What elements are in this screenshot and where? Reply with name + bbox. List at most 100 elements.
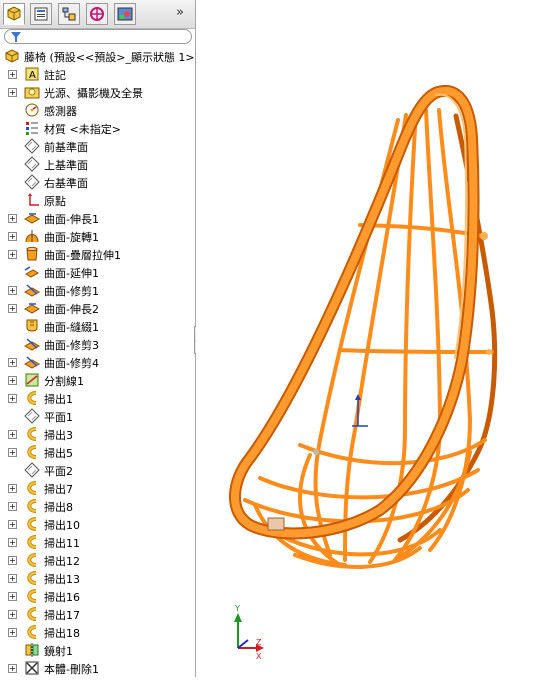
- tree-item[interactable]: + 掃出13: [0, 569, 195, 587]
- tree-item[interactable]: + 掃出10: [0, 515, 195, 533]
- expand-toggle[interactable]: +: [8, 484, 17, 493]
- tree-item-label: 曲面-修剪4: [44, 357, 99, 370]
- tree-item[interactable]: + 掃出17: [0, 605, 195, 623]
- sweep-icon: [24, 426, 40, 442]
- sweep-icon: [24, 552, 40, 568]
- expand-toggle[interactable]: +: [8, 430, 17, 439]
- delete-body-icon: [24, 660, 40, 676]
- view-triad: Y Z X: [234, 604, 264, 661]
- svg-text:A: A: [29, 70, 36, 81]
- tree-item[interactable]: + 掃出7: [0, 479, 195, 497]
- expand-toggle[interactable]: +: [8, 448, 17, 457]
- tree-item[interactable]: + 掃出18: [0, 623, 195, 641]
- lights-icon: [24, 84, 40, 100]
- triad-z-label: Z: [256, 638, 262, 647]
- tree-item-label: 掃出10: [44, 519, 80, 532]
- expand-toggle[interactable]: +: [8, 592, 17, 601]
- sweep-icon: [24, 606, 40, 622]
- tree-item[interactable]: + 掃出12: [0, 551, 195, 569]
- tree-item-label: 曲面-延伸1: [44, 267, 99, 280]
- tree-item-label: 鏡射1: [44, 645, 73, 658]
- tree-item[interactable]: 平面1: [0, 407, 195, 425]
- tree-item[interactable]: + 掃出5: [0, 443, 195, 461]
- tree-item-label: 掃出1: [44, 393, 73, 406]
- tree-item[interactable]: + 曲面-疊層拉伸1: [0, 245, 195, 263]
- graphics-viewport[interactable]: Y Z X: [196, 0, 539, 677]
- tree-item-label: 材質 <未指定>: [44, 123, 121, 136]
- plane-icon: [24, 156, 40, 172]
- expand-toggle[interactable]: +: [8, 610, 17, 619]
- tree-item[interactable]: + 光源、攝影機及全景: [0, 83, 195, 101]
- surface-knit-icon: [24, 318, 40, 334]
- expand-toggle[interactable]: +: [8, 70, 17, 79]
- tree-item[interactable]: + 曲面-修剪4: [0, 353, 195, 371]
- expand-toggle[interactable]: +: [8, 394, 17, 403]
- mirror-icon: [24, 642, 40, 658]
- expand-toggle[interactable]: +: [8, 232, 17, 241]
- tree-item[interactable]: + 掃出3: [0, 425, 195, 443]
- expand-toggle[interactable]: +: [8, 574, 17, 583]
- tree-item[interactable]: + 曲面-伸長1: [0, 209, 195, 227]
- tree-item[interactable]: + 分割線1: [0, 371, 195, 389]
- sweep-icon: [24, 390, 40, 406]
- more-tabs-button[interactable]: »: [176, 5, 184, 20]
- expand-toggle[interactable]: +: [8, 520, 17, 529]
- tree-item[interactable]: + 本體-刪除1: [0, 659, 195, 677]
- expand-toggle[interactable]: +: [8, 502, 17, 511]
- dimxpert-manager-tab[interactable]: [86, 3, 108, 25]
- sweep-icon: [24, 624, 40, 640]
- surface-trim-icon: [23, 282, 41, 298]
- tree-item-label: 右基準面: [44, 177, 88, 190]
- surface-revolve-icon: [24, 228, 40, 244]
- tree-root-label: 藤椅 (預設<<預設>_顯示狀態 1>): [24, 51, 199, 64]
- tree-item[interactable]: 平面2: [0, 461, 195, 479]
- tree-item[interactable]: + 掃出11: [0, 533, 195, 551]
- tree-item[interactable]: 曲面-延伸1: [0, 263, 195, 281]
- configuration-manager-tab[interactable]: [58, 3, 80, 25]
- feature-filter-field[interactable]: [4, 29, 192, 44]
- tree-item[interactable]: + A 註記: [0, 65, 195, 83]
- tree-item[interactable]: 原點: [0, 191, 195, 209]
- property-manager-tab[interactable]: [30, 3, 52, 25]
- tree-item[interactable]: 曲面-縫綴1: [0, 317, 195, 335]
- display-manager-tab[interactable]: [114, 3, 136, 25]
- tree-item[interactable]: 曲面-修剪3: [0, 335, 195, 353]
- tree-item-label: 曲面-疊層拉伸1: [44, 249, 121, 262]
- tree-item[interactable]: 材質 <未指定>: [0, 119, 195, 137]
- sweep-icon: [24, 570, 40, 586]
- sweep-icon: [24, 498, 40, 514]
- tree-item[interactable]: + 掃出8: [0, 497, 195, 515]
- expand-toggle[interactable]: +: [8, 664, 17, 673]
- tree-item[interactable]: 前基準面: [0, 137, 195, 155]
- tree-item-label: 掃出5: [44, 447, 73, 460]
- tree-item-label: 掃出12: [44, 555, 80, 568]
- tree-item[interactable]: + 曲面-伸長2: [0, 299, 195, 317]
- tree-item[interactable]: + 曲面-修剪1: [0, 281, 195, 299]
- tree-item[interactable]: + 掃出1: [0, 389, 195, 407]
- part-icon: [4, 48, 20, 64]
- expand-toggle[interactable]: +: [8, 88, 17, 97]
- expand-toggle[interactable]: +: [8, 556, 17, 565]
- property-manager-icon: [34, 7, 48, 21]
- expand-toggle[interactable]: +: [8, 286, 17, 295]
- sweep-icon: [24, 588, 40, 604]
- expand-toggle[interactable]: +: [8, 214, 17, 223]
- filter-icon: [11, 32, 21, 42]
- rattan-chair-model[interactable]: Y Z X: [196, 0, 539, 677]
- expand-toggle[interactable]: +: [8, 376, 17, 385]
- tree-item-label: 掃出16: [44, 591, 80, 604]
- surface-extrude-icon: [23, 300, 41, 316]
- expand-toggle[interactable]: +: [8, 358, 17, 367]
- expand-toggle[interactable]: +: [8, 304, 17, 313]
- tree-item[interactable]: 右基準面: [0, 173, 195, 191]
- expand-toggle[interactable]: +: [8, 250, 17, 259]
- tree-root-part[interactable]: 藤椅 (預設<<預設>_顯示狀態 1>): [0, 47, 199, 65]
- tree-item[interactable]: 上基準面: [0, 155, 195, 173]
- tree-item[interactable]: 感測器: [0, 101, 195, 119]
- expand-toggle[interactable]: +: [8, 628, 17, 637]
- tree-item[interactable]: 鏡射1: [0, 641, 195, 659]
- feature-manager-tab[interactable]: [3, 3, 25, 25]
- tree-item[interactable]: + 掃出16: [0, 587, 195, 605]
- tree-item[interactable]: + 曲面-旋轉1: [0, 227, 195, 245]
- expand-toggle[interactable]: +: [8, 538, 17, 547]
